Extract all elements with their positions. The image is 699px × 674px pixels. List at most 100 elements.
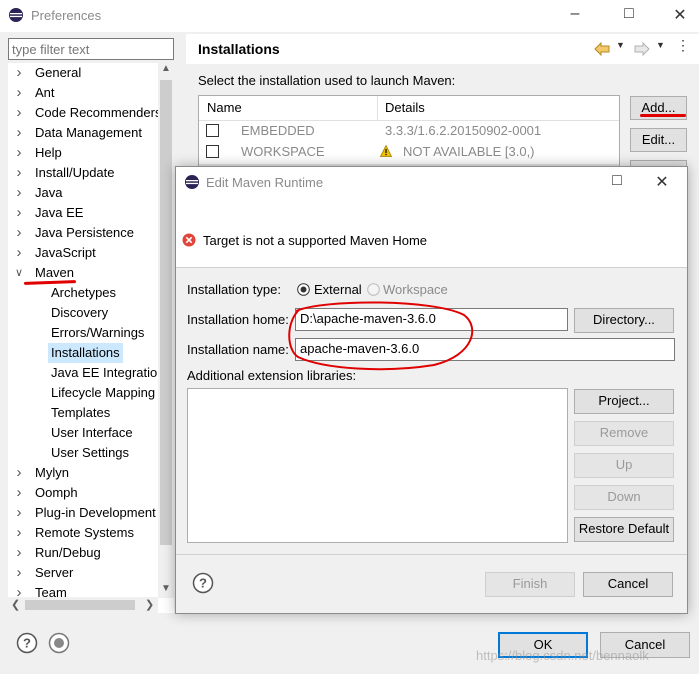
forward-dropdown-icon[interactable]: ▼ <box>656 40 665 50</box>
table-row[interactable]: EMBEDDED 3.3.3/1.6.2.20150902-0001 <box>199 121 619 141</box>
tree-item[interactable]: › Remote Systems <box>8 523 158 543</box>
svg-text:?: ? <box>23 636 31 651</box>
maximize-button[interactable]: □ <box>619 5 639 23</box>
column-details[interactable]: Details <box>385 100 425 115</box>
tree-horizontal-scrollbar[interactable]: ❮ ❯ <box>8 597 158 613</box>
table-row[interactable]: WORKSPACE NOT AVAILABLE [3.0,) <box>199 142 619 162</box>
view-menu-icon[interactable]: ⋮ <box>676 37 690 54</box>
tree-item[interactable]: › JavaScript <box>8 243 158 263</box>
tree-item-label: Plug-in Development <box>35 505 156 520</box>
chevron-right-icon[interactable]: › <box>12 83 26 103</box>
row-checkbox[interactable] <box>206 124 219 137</box>
tree-item[interactable]: Java EE Integratio <box>8 363 158 383</box>
tree-item[interactable]: › Run/Debug <box>8 543 158 563</box>
tree-item[interactable]: Templates <box>8 403 158 423</box>
back-dropdown-icon[interactable]: ▼ <box>616 40 625 50</box>
tree-item[interactable]: › Data Management <box>8 123 158 143</box>
chevron-right-icon[interactable]: › <box>12 223 26 243</box>
dialog-help-icon[interactable]: ? <box>192 572 214 594</box>
row-name: EMBEDDED <box>241 123 315 138</box>
help-icon[interactable]: ? <box>16 632 38 654</box>
restore-default-button[interactable]: Restore Default <box>574 517 674 542</box>
tree-item-label: Install/Update <box>35 165 115 180</box>
tree-item-label: Errors/Warnings <box>51 325 145 340</box>
back-arrow-icon[interactable] <box>594 42 610 56</box>
row-name: WORKSPACE <box>241 144 325 159</box>
svg-text:?: ? <box>199 576 207 591</box>
page-title: Installations <box>198 41 280 57</box>
edit-button[interactable]: Edit... <box>630 128 687 152</box>
tree-item[interactable]: › Mylyn <box>8 463 158 483</box>
dialog-cancel-button[interactable]: Cancel <box>583 572 673 597</box>
chevron-right-icon[interactable]: › <box>12 243 26 263</box>
tree-item[interactable]: › Java EE <box>8 203 158 223</box>
record-icon[interactable] <box>48 632 70 654</box>
minimize-button[interactable]: – <box>565 5 585 23</box>
scroll-down-icon[interactable]: ▼ <box>161 583 171 594</box>
tree-item[interactable]: › Plug-in Development <box>8 503 158 523</box>
scroll-up-icon[interactable]: ▲ <box>161 63 171 74</box>
chevron-right-icon[interactable]: › <box>12 203 26 223</box>
chevron-right-icon[interactable]: › <box>12 163 26 183</box>
watermark: https://blog.csdn.net/bennaolk <box>476 648 649 663</box>
chevron-right-icon[interactable]: › <box>12 503 26 523</box>
close-button[interactable]: ✕ <box>670 5 690 25</box>
column-name[interactable]: Name <box>207 100 242 115</box>
down-button: Down <box>574 485 674 510</box>
tree-item[interactable]: Lifecycle Mapping <box>8 383 158 403</box>
tree-item[interactable]: › Code Recommenders <box>8 103 162 123</box>
chevron-right-icon[interactable]: › <box>12 183 26 203</box>
chevron-right-icon[interactable]: › <box>12 483 26 503</box>
tree-item-label: Code Recommenders <box>35 105 162 120</box>
tree-item[interactable]: ∨ Maven <box>8 263 158 283</box>
tree-item-label: User Interface <box>51 425 133 440</box>
chevron-right-icon[interactable]: › <box>12 523 26 543</box>
chevron-right-icon[interactable]: › <box>12 103 26 123</box>
chevron-down-icon[interactable]: ∨ <box>12 263 26 283</box>
row-checkbox[interactable] <box>206 145 219 158</box>
tree-item[interactable]: User Settings <box>8 443 158 463</box>
tree-item[interactable]: › Ant <box>8 83 158 103</box>
tree-item[interactable]: User Interface <box>8 423 158 443</box>
remove-button: Remove <box>574 421 674 446</box>
dialog-close-button[interactable]: ✕ <box>652 172 672 192</box>
tree-item[interactable]: Errors/Warnings <box>8 323 158 343</box>
forward-arrow-icon[interactable] <box>634 42 650 56</box>
tree-item[interactable]: Archetypes <box>8 283 158 303</box>
hscroll-thumb[interactable] <box>25 600 135 610</box>
tree-item[interactable]: › Java <box>8 183 158 203</box>
chevron-right-icon[interactable]: › <box>12 463 26 483</box>
row-details: NOT AVAILABLE [3.0,) <box>403 144 535 159</box>
add-annotation-underline <box>640 114 686 117</box>
dialog-maximize-button[interactable]: □ <box>607 172 627 190</box>
radio-external-label[interactable]: External <box>314 282 362 297</box>
chevron-right-icon[interactable]: › <box>12 543 26 563</box>
scroll-left-icon[interactable]: ❮ <box>11 598 20 611</box>
ext-libs-list[interactable] <box>187 388 568 543</box>
tree-item[interactable]: › Server <box>8 563 158 583</box>
tree-item[interactable]: › Install/Update <box>8 163 158 183</box>
chevron-right-icon[interactable]: › <box>12 63 26 83</box>
filter-input[interactable] <box>8 38 174 60</box>
scroll-thumb[interactable] <box>160 80 172 545</box>
ext-libs-label: Additional extension libraries: <box>187 368 357 383</box>
chevron-right-icon[interactable]: › <box>12 123 26 143</box>
tree-item[interactable]: › Help <box>8 143 158 163</box>
radio-external[interactable] <box>297 283 310 296</box>
chevron-right-icon[interactable]: › <box>12 563 26 583</box>
tree-item[interactable]: › Oomph <box>8 483 158 503</box>
scroll-right-icon[interactable]: ❯ <box>145 598 154 611</box>
project-button[interactable]: Project... <box>574 389 674 414</box>
tree-item-label: Lifecycle Mapping <box>51 385 156 400</box>
tree-item[interactable]: Installations <box>8 343 158 363</box>
tree-vertical-scrollbar[interactable]: ▲ ▼ <box>158 63 174 598</box>
tree-item[interactable]: Discovery <box>8 303 158 323</box>
radio-workspace <box>367 283 380 296</box>
chevron-right-icon[interactable]: › <box>12 143 26 163</box>
directory-button[interactable]: Directory... <box>574 308 674 333</box>
tree-item-label: Mylyn <box>35 465 69 480</box>
tree-item-label: Server <box>35 565 74 580</box>
tree-item[interactable]: › Java Persistence <box>8 223 158 243</box>
tree-item[interactable]: › General <box>8 63 158 83</box>
table-header: Name Details <box>199 96 619 121</box>
